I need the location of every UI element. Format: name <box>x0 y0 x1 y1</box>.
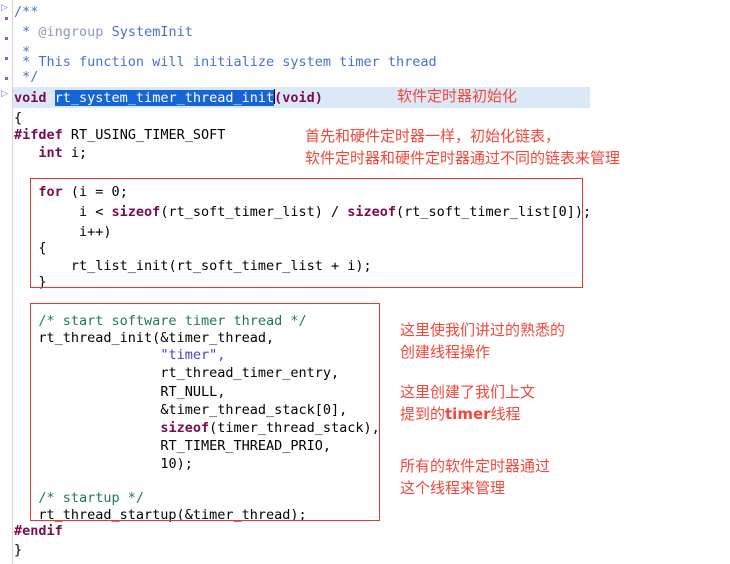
code-line-2[interactable]: * @ingroup SystemInit <box>14 22 193 42</box>
indent-token <box>14 145 38 161</box>
preprocessor-endif-token: #endif <box>14 523 63 539</box>
annotation-thread-line-1: 这里使我们讲过的熟悉的 <box>400 321 566 339</box>
annotation-title-soft-timer-init: 软件定时器初始化 <box>397 87 518 105</box>
code-line-31[interactable]: } <box>14 540 22 560</box>
annotation-manage-line-2: 这个线程来管理 <box>400 479 506 497</box>
code-editor-view[interactable]: ▷ ▷ /** * @ingroup SystemInit * * This f… <box>0 0 730 564</box>
code-line-9[interactable]: int i; <box>14 143 87 163</box>
annotation-thread-line-4-pre: 提到的 <box>400 405 446 423</box>
comment-space-token <box>103 24 111 40</box>
annotation-linklist-line-1: 首先和硬件定时器一样，初始化链表， <box>305 127 561 145</box>
keyword-void-token: void <box>14 90 47 106</box>
code-line-30[interactable]: #endif <box>14 521 63 541</box>
comment-star-token: * <box>14 24 39 40</box>
keyword-int-token: int <box>38 145 63 161</box>
param-void-token: (void) <box>274 90 323 106</box>
code-line-5[interactable]: */ <box>14 67 38 87</box>
comment-close-token-2: */ <box>22 69 39 85</box>
for-loop-highlight-box <box>30 178 583 288</box>
doxygen-tag-token: @ingroup <box>38 24 104 40</box>
annotation-thread-line-3: 这里创建了我们上文 <box>400 383 536 401</box>
code-line-6[interactable]: void rt_system_timer_thread_init(void) <box>14 88 323 108</box>
comment-body-token: This function will initialize system tim… <box>38 54 437 70</box>
annotation-thread-timer-bold: timer <box>445 405 491 423</box>
annotation-thread-line-4: 提到的timer线程 <box>400 403 521 425</box>
variable-i-token: i; <box>70 145 88 161</box>
annotation-thread-line-2: 创建线程操作 <box>400 343 491 361</box>
comment-close-token <box>14 69 22 85</box>
doxygen-group-token: SystemInit <box>111 24 193 40</box>
brace-open-token: { <box>14 110 23 126</box>
selected-function-name[interactable]: rt_system_timer_thread_init <box>54 90 275 106</box>
comment-open-token: /** <box>14 4 39 20</box>
annotation-thread-line-4-post: 线程 <box>490 405 521 423</box>
preprocessor-ifdef-token: #ifdef <box>14 127 63 143</box>
annotation-manage-line-1: 所有的软件定时器通过 <box>400 457 551 475</box>
annotation-linklist-line-2: 软件定时器和硬件定时器通过不同的链表来管理 <box>305 149 621 167</box>
thread-init-highlight-box <box>30 303 380 521</box>
code-line-1[interactable]: /** <box>14 2 38 22</box>
macro-name-token: RT_USING_TIMER_SOFT <box>70 127 226 143</box>
code-line-4[interactable]: * This function will initialize system t… <box>14 52 437 72</box>
code-line-8[interactable]: #ifdef RT_USING_TIMER_SOFT <box>14 125 225 145</box>
brace-close-token-2: } <box>14 542 23 558</box>
